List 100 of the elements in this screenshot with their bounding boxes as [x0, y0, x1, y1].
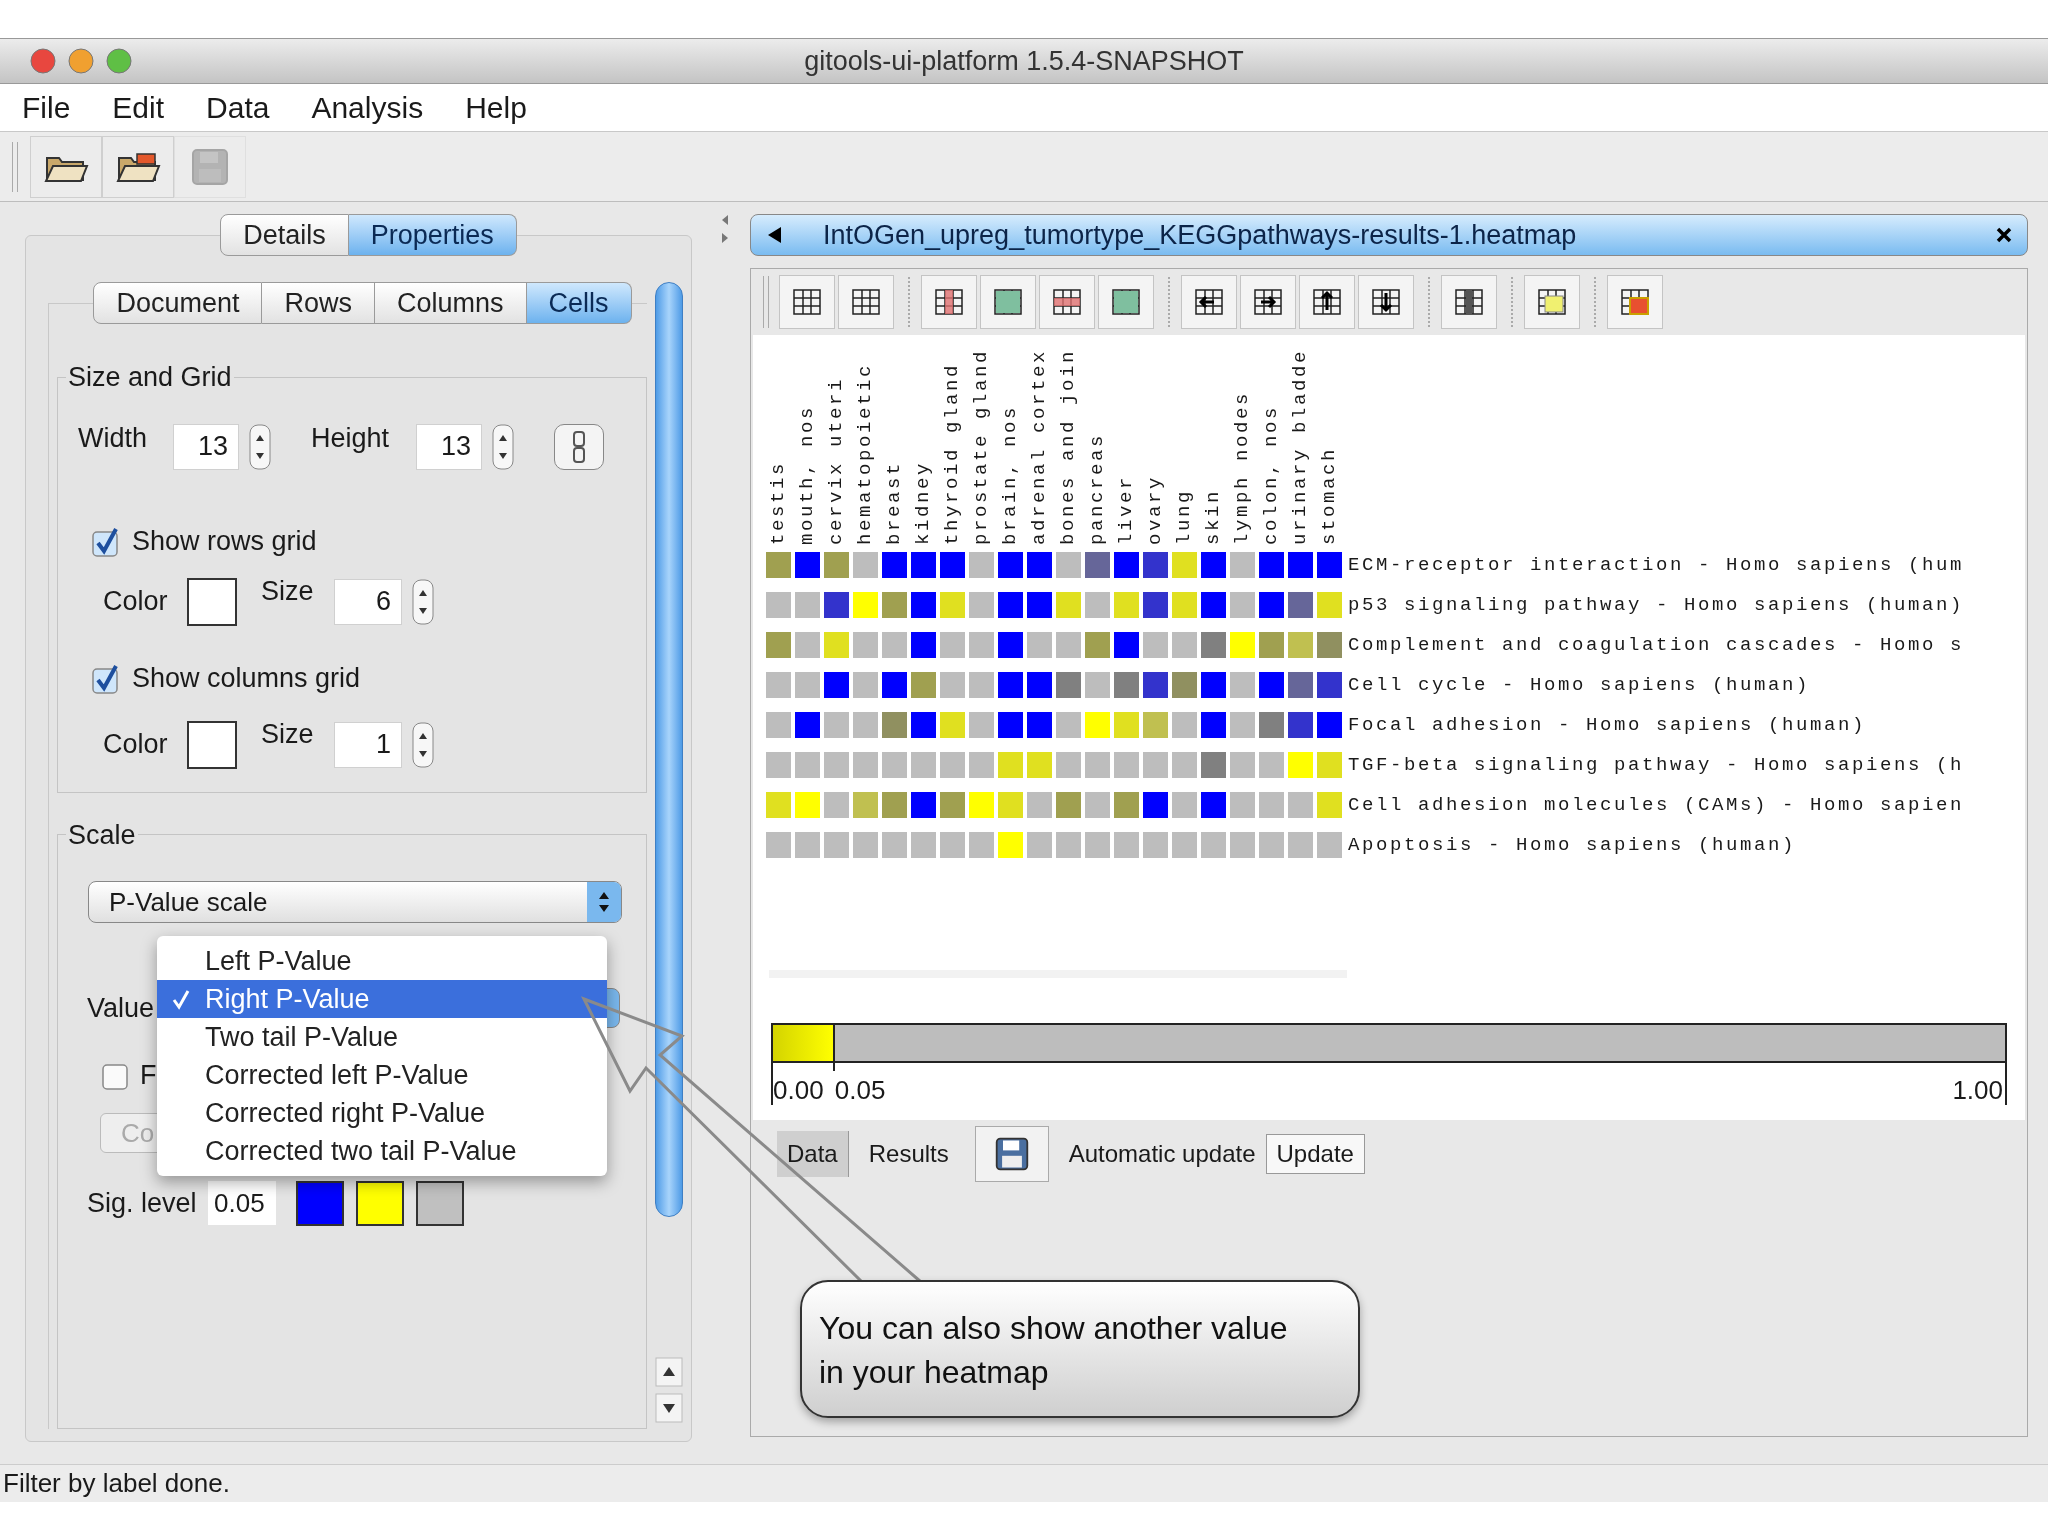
- heatmap-cell[interactable]: [1027, 832, 1052, 858]
- heatmap-tool-button[interactable]: [1607, 275, 1663, 329]
- heatmap-cell[interactable]: [824, 632, 849, 658]
- heatmap-cell[interactable]: [1230, 592, 1255, 618]
- heatmap-cell[interactable]: [998, 592, 1023, 618]
- heatmap-cell[interactable]: [1172, 792, 1197, 818]
- heatmap-tool-button[interactable]: [1358, 275, 1414, 329]
- heatmap-cell[interactable]: [1027, 712, 1052, 738]
- color-swatch[interactable]: [296, 1180, 344, 1226]
- heatmap-cell[interactable]: [824, 752, 849, 778]
- heatmap-cell[interactable]: [1172, 632, 1197, 658]
- heatmap-cell[interactable]: [1056, 832, 1081, 858]
- heatmap-cell[interactable]: [1114, 592, 1139, 618]
- heatmap-cell[interactable]: [1288, 592, 1313, 618]
- heatmap-cell[interactable]: [766, 592, 791, 618]
- heatmap-cell[interactable]: [1288, 752, 1313, 778]
- document-tab[interactable]: IntOGen_upreg_tumortype_KEGGpathways-results-1.heatmap: [750, 214, 2028, 256]
- heatmap-cell[interactable]: [853, 672, 878, 698]
- link-button[interactable]: [554, 423, 604, 470]
- heatmap-cell[interactable]: [1143, 592, 1168, 618]
- heatmap-cell[interactable]: [795, 592, 820, 618]
- heatmap-cell[interactable]: [1085, 792, 1110, 818]
- stepper-icon[interactable]: [412, 578, 434, 625]
- heatmap-cell[interactable]: [882, 552, 907, 578]
- heatmap-cell[interactable]: [911, 752, 936, 778]
- heatmap-cell[interactable]: [1085, 672, 1110, 698]
- heatmap-cell[interactable]: [1027, 552, 1052, 578]
- heatmap-cell[interactable]: [998, 632, 1023, 658]
- tab[interactable]: Data: [777, 1131, 849, 1177]
- heatmap-cell[interactable]: [824, 712, 849, 738]
- heatmap-cell[interactable]: [1114, 832, 1139, 858]
- color-swatch[interactable]: [416, 1180, 464, 1226]
- heatmap-tool-button[interactable]: [779, 275, 835, 329]
- heatmap-cell[interactable]: [1085, 552, 1110, 578]
- heatmap-cell[interactable]: [969, 672, 994, 698]
- heatmap-cell[interactable]: [998, 752, 1023, 778]
- checkbox[interactable]: [92, 663, 120, 694]
- heatmap-cell[interactable]: [824, 592, 849, 618]
- scroll-down-icon[interactable]: [655, 1393, 683, 1423]
- heatmap-cell[interactable]: [882, 592, 907, 618]
- color-swatch[interactable]: [187, 577, 237, 626]
- heatmap-cell[interactable]: [911, 632, 936, 658]
- heatmap-cell[interactable]: [1201, 672, 1226, 698]
- heatmap-cell[interactable]: [998, 552, 1023, 578]
- heatmap-cell[interactable]: [1027, 792, 1052, 818]
- heatmap-cell[interactable]: [1317, 712, 1342, 738]
- heatmap-cell[interactable]: [1143, 792, 1168, 818]
- heatmap-cell[interactable]: [1317, 592, 1342, 618]
- heatmap-cell[interactable]: [766, 552, 791, 578]
- heatmap-tool-button[interactable]: [1441, 275, 1497, 329]
- heatmap-cell[interactable]: [940, 672, 965, 698]
- heatmap-cell[interactable]: [882, 752, 907, 778]
- menu-item[interactable]: Analysis: [311, 85, 424, 130]
- heatmap-cell[interactable]: [969, 712, 994, 738]
- heatmap-cell[interactable]: [1288, 712, 1313, 738]
- heatmap-cell[interactable]: [998, 792, 1023, 818]
- heatmap-cell[interactable]: [969, 792, 994, 818]
- heatmap-cell[interactable]: [1143, 552, 1168, 578]
- heatmap-cell[interactable]: [824, 672, 849, 698]
- menu-option[interactable]: Right P-Value: [157, 980, 607, 1018]
- heatmap-cell[interactable]: [1317, 792, 1342, 818]
- heatmap-cell[interactable]: [1172, 752, 1197, 778]
- heatmap-cell[interactable]: [795, 752, 820, 778]
- heatmap-cell[interactable]: [911, 832, 936, 858]
- heatmap-cell[interactable]: [1143, 752, 1168, 778]
- heatmap-cell[interactable]: [1201, 632, 1226, 658]
- heatmap-cell[interactable]: [969, 632, 994, 658]
- tab[interactable]: Results: [858, 1131, 959, 1177]
- heatmap-cell[interactable]: [1027, 632, 1052, 658]
- heatmap-cell[interactable]: [969, 592, 994, 618]
- heatmap-cell[interactable]: [1259, 712, 1284, 738]
- heatmap-cell[interactable]: [911, 792, 936, 818]
- scroll-up-icon[interactable]: [655, 1357, 683, 1387]
- menu-item[interactable]: Edit: [112, 85, 165, 130]
- heatmap-cell[interactable]: [969, 752, 994, 778]
- heatmap-tool-button[interactable]: [1181, 275, 1237, 329]
- heatmap-cell[interactable]: [1056, 632, 1081, 658]
- heatmap-cell[interactable]: [998, 712, 1023, 738]
- heatmap-cell[interactable]: [795, 632, 820, 658]
- heatmap-cell[interactable]: [1288, 672, 1313, 698]
- tab[interactable]: Document: [93, 282, 263, 324]
- heatmap-cell[interactable]: [1172, 712, 1197, 738]
- number-field[interactable]: 13: [173, 423, 239, 470]
- toolbar-button[interactable]: [102, 135, 174, 198]
- heatmap-cell[interactable]: [824, 552, 849, 578]
- heatmap-cell[interactable]: [911, 672, 936, 698]
- menu-item[interactable]: Data: [206, 85, 270, 130]
- heatmap-cell[interactable]: [1259, 592, 1284, 618]
- heatmap-cell[interactable]: [766, 752, 791, 778]
- heatmap-cell[interactable]: [1085, 592, 1110, 618]
- expand-icon[interactable]: [720, 232, 730, 244]
- heatmap-cell[interactable]: [1114, 712, 1139, 738]
- number-field[interactable]: 13: [416, 423, 482, 470]
- heatmap-cell[interactable]: [1259, 552, 1284, 578]
- stepper-icon[interactable]: [492, 423, 514, 470]
- toolbar-button[interactable]: [30, 135, 102, 198]
- heatmap-cell[interactable]: [1317, 672, 1342, 698]
- heatmap-cell[interactable]: [1201, 592, 1226, 618]
- heatmap-cell[interactable]: [911, 592, 936, 618]
- tab[interactable]: Details: [220, 214, 349, 256]
